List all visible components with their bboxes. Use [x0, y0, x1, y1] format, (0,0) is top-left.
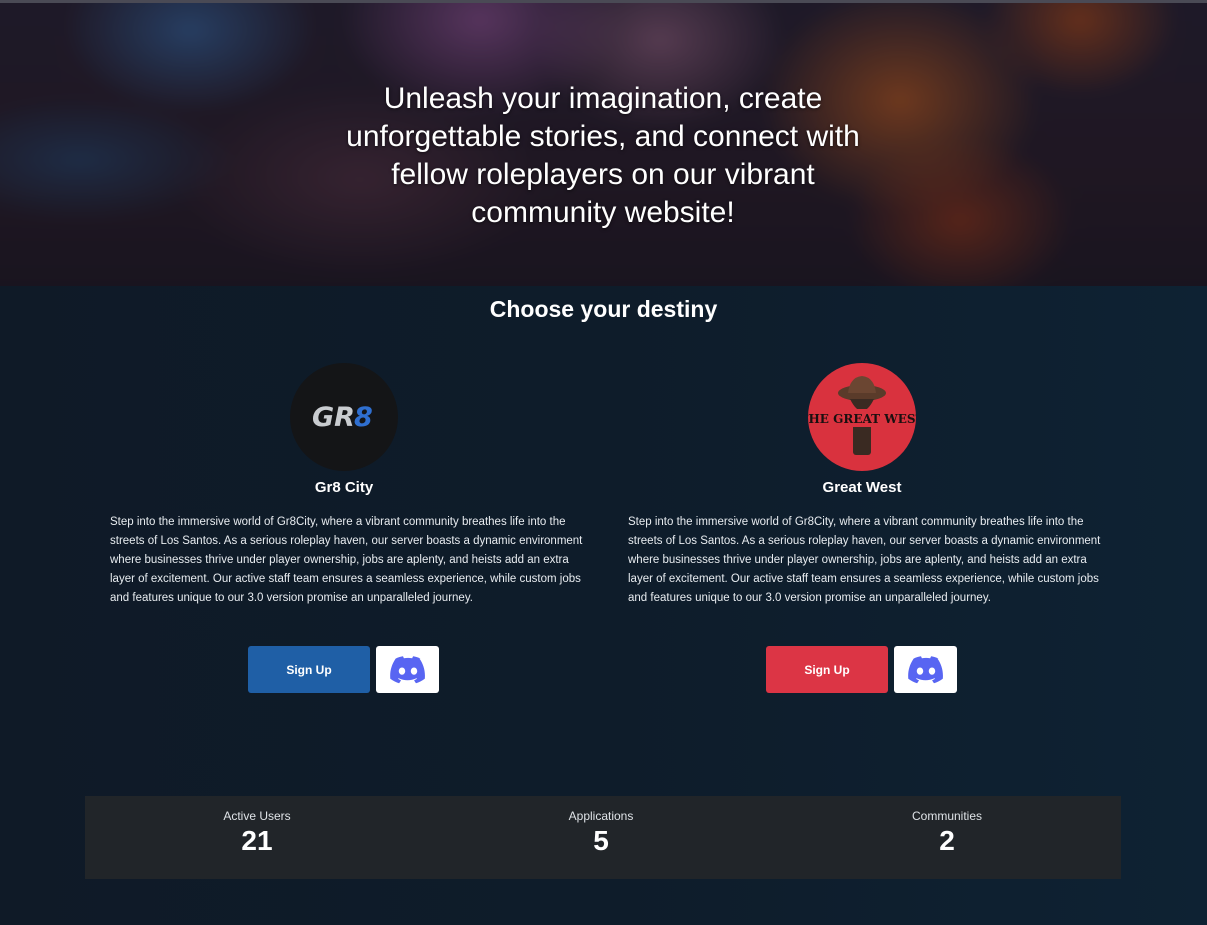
community-description: Step into the immersive world of Gr8City…	[628, 516, 1101, 604]
stat-value: 5	[593, 825, 609, 856]
card-actions: Sign Up	[248, 646, 439, 693]
stat-label: Communities	[911, 809, 983, 823]
svg-text:GR: GR	[312, 402, 355, 433]
hero-banner: Unleash your imagination, create unforge…	[0, 0, 1207, 286]
stat-label: Applications	[568, 809, 634, 823]
discord-icon	[389, 655, 425, 683]
stat-applications: Applications 5	[501, 809, 701, 857]
discord-button[interactable]	[894, 646, 957, 693]
svg-text:THE GREAT WEST: THE GREAT WEST	[808, 412, 916, 426]
svg-text:8: 8	[354, 402, 373, 433]
stat-value: 21	[241, 825, 273, 856]
discord-icon	[907, 655, 943, 683]
community-name: Great West	[822, 479, 902, 496]
community-card-gr8-city: GR 8 Gr8 City Step into the immersive wo…	[110, 363, 590, 693]
section-title: Choose your destiny	[489, 296, 718, 322]
stat-communities: Communities 2	[847, 809, 1047, 857]
stat-label: Active Users	[223, 809, 291, 823]
signup-button[interactable]: Sign Up	[248, 646, 370, 693]
stats-bar: Active Users 21 Applications 5 Communiti…	[85, 796, 1121, 879]
community-name: Gr8 City	[314, 479, 374, 496]
card-actions: Sign Up	[766, 646, 957, 693]
top-border	[0, 0, 1207, 3]
community-card-great-west: THE GREAT WEST Great West Step into the …	[628, 363, 1108, 693]
signup-button[interactable]: Sign Up	[766, 646, 888, 693]
great-west-logo: THE GREAT WEST	[808, 363, 916, 471]
stat-active-users: Active Users 21	[157, 809, 357, 857]
stat-value: 2	[939, 825, 955, 856]
gr8-city-logo: GR 8	[290, 363, 398, 471]
communities-section: Choose your destiny GR 8 Gr8 City Step i…	[0, 286, 1207, 925]
hero-tagline: Unleash your imagination, create unforge…	[346, 82, 860, 229]
discord-button[interactable]	[376, 646, 439, 693]
community-description: Step into the immersive world of Gr8City…	[110, 516, 583, 604]
